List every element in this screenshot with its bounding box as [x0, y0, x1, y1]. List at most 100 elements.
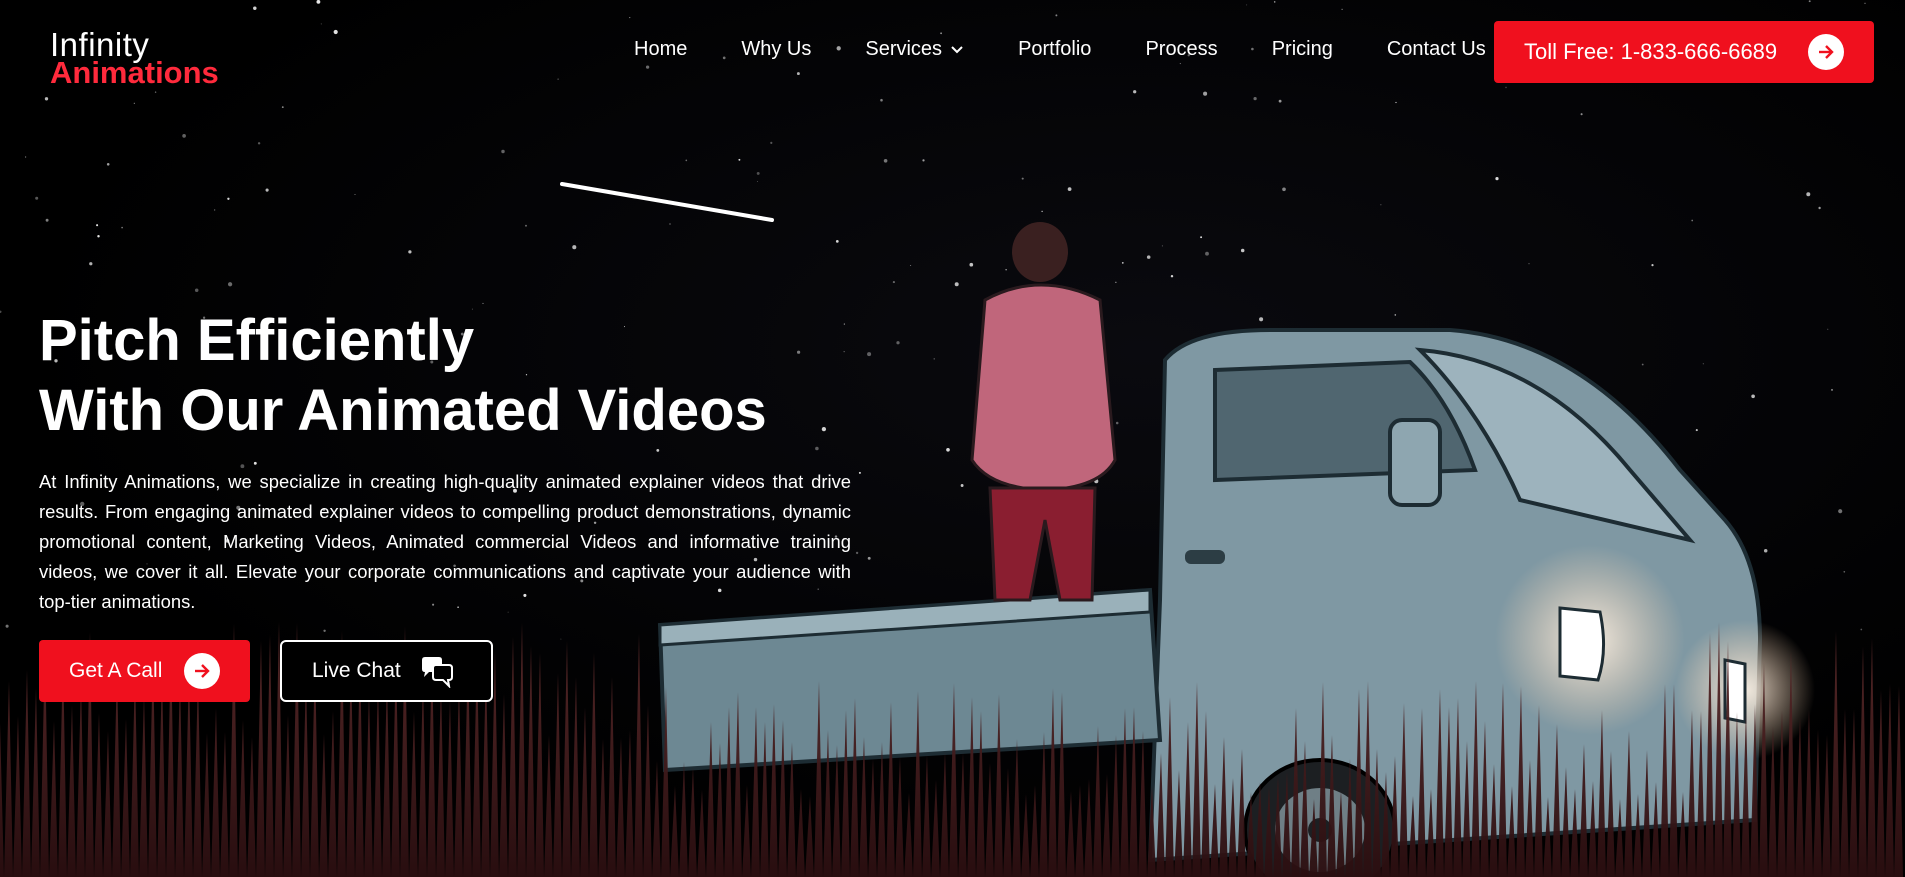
star [969, 262, 974, 267]
brand-logo[interactable]: Infinity Animations [50, 28, 219, 88]
nav-item-services-label: Services [865, 38, 943, 60]
person-illustration [970, 222, 1117, 602]
page: Infinity Animations Home Why Us Services… [0, 0, 1905, 877]
star [1179, 63, 1181, 65]
star [954, 282, 959, 287]
star [1860, 628, 1863, 631]
shooting-star [560, 182, 774, 222]
star [320, 23, 322, 25]
star [1170, 274, 1174, 278]
get-a-call-button[interactable]: Get A Call [39, 640, 250, 702]
star [1341, 8, 1343, 11]
star [843, 323, 845, 325]
star [281, 106, 284, 108]
star [960, 484, 964, 487]
star [24, 156, 27, 158]
star [265, 188, 269, 192]
star [896, 341, 900, 345]
star [1838, 509, 1843, 514]
nav-item-home-label: Home [634, 38, 688, 60]
star [482, 302, 484, 304]
star [1278, 99, 1282, 103]
star [133, 102, 135, 104]
nav-item-why-us[interactable]: Why Us [741, 38, 811, 61]
star [940, 32, 942, 35]
star [227, 197, 230, 200]
star [1702, 363, 1704, 365]
star [1273, 1, 1276, 3]
get-a-call-label: Get A Call [69, 659, 163, 682]
nav-item-contact-us-label: Contact Us [1386, 38, 1486, 60]
star [843, 351, 845, 353]
star [1205, 251, 1209, 256]
star [883, 158, 888, 163]
star [1763, 548, 1768, 553]
star [525, 224, 527, 227]
nav-item-pricing[interactable]: Pricing [1272, 38, 1333, 61]
star [1843, 570, 1846, 573]
star [867, 352, 872, 357]
star [89, 262, 93, 266]
star [1495, 177, 1499, 181]
star [880, 98, 883, 102]
star [44, 97, 49, 101]
star [1200, 236, 1203, 239]
star [257, 142, 261, 145]
star [867, 556, 871, 560]
star [1203, 91, 1208, 96]
star [0, 310, 2, 314]
star [501, 149, 505, 154]
star [1253, 96, 1257, 101]
star [1282, 187, 1286, 192]
star [1380, 204, 1382, 206]
star [1055, 14, 1058, 17]
star [892, 281, 895, 284]
star [45, 218, 49, 222]
star [154, 91, 157, 93]
star [1115, 421, 1119, 425]
nav-item-portfolio-label: Portfolio [1018, 38, 1092, 60]
arrow-right-icon [184, 653, 220, 689]
hero-title-line2: With Our Animated Videos [39, 378, 767, 443]
star [858, 471, 861, 474]
toll-free-label: Toll Free: 1-833-666-6689 [1524, 39, 1778, 64]
star [669, 223, 671, 225]
star [1831, 388, 1833, 391]
nav-item-portfolio[interactable]: Portfolio [1018, 38, 1091, 61]
star [1528, 263, 1530, 265]
star [1818, 206, 1821, 210]
nav-item-services[interactable]: Services [865, 38, 964, 61]
chat-bubbles-icon [419, 656, 455, 693]
live-chat-button[interactable]: Live Chat [280, 640, 493, 702]
star [738, 158, 741, 161]
star [1394, 314, 1397, 316]
brand-logo-line2: Animations [50, 55, 219, 90]
nav-item-process[interactable]: Process [1145, 38, 1217, 61]
star [316, 0, 321, 4]
star [333, 29, 338, 35]
star [354, 194, 356, 196]
star [645, 65, 650, 69]
star [1751, 394, 1755, 399]
star [1395, 101, 1397, 104]
star [182, 134, 186, 138]
star [946, 447, 950, 452]
star [560, 638, 562, 640]
star [685, 159, 688, 162]
star [1005, 269, 1007, 271]
toll-free-button[interactable]: Toll Free: 1-833-666-6689 [1494, 21, 1874, 83]
star [1121, 261, 1124, 264]
star [756, 171, 760, 175]
star [557, 78, 559, 80]
star [253, 6, 257, 10]
star [5, 624, 9, 628]
nav-item-contact-us[interactable]: Contact Us [1387, 38, 1486, 61]
star [770, 141, 773, 144]
star [933, 358, 935, 360]
star [1240, 248, 1245, 253]
star [1041, 210, 1043, 213]
nav-item-home[interactable]: Home [634, 38, 687, 61]
star [1505, 86, 1507, 89]
star [227, 282, 233, 287]
star [1695, 429, 1698, 432]
